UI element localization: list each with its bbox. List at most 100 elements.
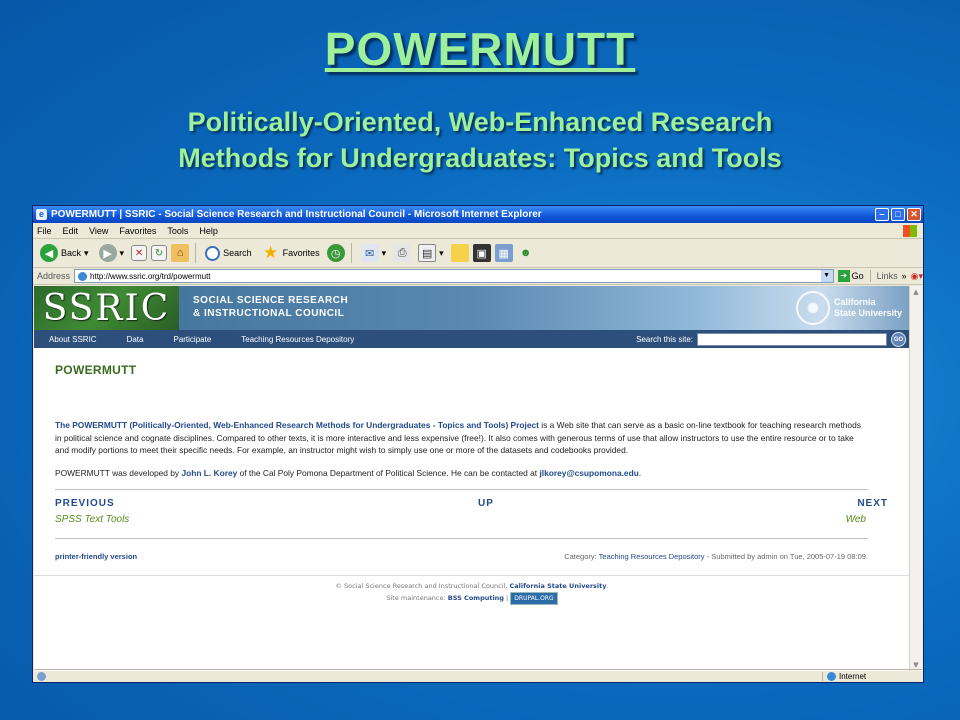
back-button[interactable]: ◀ Back ▾ bbox=[37, 244, 92, 262]
menu-file[interactable]: File bbox=[37, 226, 52, 236]
menu-tools[interactable]: Tools bbox=[167, 226, 188, 236]
mail-dropdown-icon[interactable]: ▾ bbox=[382, 248, 387, 259]
site-search-input[interactable] bbox=[697, 332, 887, 346]
up-link[interactable]: UP bbox=[478, 498, 494, 509]
history-icon[interactable]: ◷ bbox=[326, 244, 345, 262]
menu-view[interactable]: View bbox=[89, 226, 108, 236]
credit-mid: of the Cal Poly Pomona Department of Pol… bbox=[237, 467, 540, 478]
toolbar: ◀ Back ▾ ▶ ▾ ✕ ↻ ⌂ Search ★ Favorites ◷ … bbox=[33, 239, 923, 268]
vertical-scrollbar[interactable]: ▲ ▼ bbox=[909, 286, 922, 671]
previous-label[interactable]: PREVIOUS bbox=[55, 498, 115, 509]
research-icon[interactable]: ▦ bbox=[494, 244, 513, 262]
ie-icon: e bbox=[36, 209, 47, 220]
browser-window: e POWERMUTT | SSRIC - Social Science Res… bbox=[32, 205, 924, 683]
intro-highlight: The POWERMUTT (Politically-Oriented, Web… bbox=[55, 420, 539, 430]
footer-bss-link[interactable]: BSS Computing bbox=[448, 594, 504, 602]
messenger-icon[interactable]: ☻ bbox=[517, 244, 535, 262]
print-icon[interactable]: ⎙ bbox=[393, 244, 412, 262]
go-label: Go bbox=[851, 271, 864, 281]
back-dropdown-icon[interactable]: ▾ bbox=[84, 248, 89, 259]
footer-line-1-end: . bbox=[606, 581, 609, 590]
window-controls: – □ ✕ bbox=[875, 208, 923, 221]
nav-teaching-resources[interactable]: Teaching Resources Depository bbox=[241, 335, 354, 344]
slide-subtitle-line-2: Methods for Undergraduates: Topics and T… bbox=[178, 143, 782, 173]
site-name: SOCIAL SCIENCE RESEARCH & INSTRUCTIONAL … bbox=[179, 286, 348, 330]
address-dropdown-icon[interactable]: ▼ bbox=[820, 270, 833, 282]
links-label[interactable]: Links bbox=[877, 271, 898, 281]
page-viewport: SSRIC SOCIAL SCIENCE RESEARCH & INSTRUCT… bbox=[34, 286, 910, 671]
menu-bar: File Edit View Favorites Tools Help bbox=[33, 223, 923, 239]
nav-about-ssric[interactable]: About SSRIC bbox=[49, 335, 97, 344]
category-pre: Category: bbox=[564, 551, 599, 561]
csu-seal-icon: ✺ bbox=[795, 291, 830, 325]
site-footer: © Social Science Research and Instructio… bbox=[34, 574, 910, 605]
menu-edit[interactable]: Edit bbox=[63, 226, 79, 236]
mail-icon: ✉ bbox=[360, 244, 379, 262]
drupal-badge[interactable]: DRUPAL.ORG bbox=[510, 591, 558, 605]
printer-friendly-link[interactable]: printer-friendly version bbox=[55, 552, 137, 561]
ssric-logo[interactable]: SSRIC bbox=[34, 286, 179, 330]
close-icon[interactable]: ✕ bbox=[907, 208, 921, 221]
slide-subtitle-line-1: Politically-Oriented, Web-Enhanced Resea… bbox=[187, 107, 773, 137]
scroll-up-icon[interactable]: ▲ bbox=[910, 286, 922, 298]
edit-dropdown-icon[interactable]: ▾ bbox=[439, 248, 444, 259]
csu-name-line-2: State University bbox=[833, 308, 902, 318]
page-icon bbox=[78, 271, 88, 281]
main-content: POWERMUTT The POWERMUTT (Politically-Ori… bbox=[34, 363, 910, 561]
folder-icon[interactable] bbox=[450, 244, 469, 262]
search-button[interactable]: Search bbox=[202, 245, 255, 261]
next-page-link[interactable]: Web bbox=[846, 514, 866, 525]
site-search-label: Search this site: bbox=[636, 334, 693, 344]
submitted-info: Category: Teaching Resources Depository … bbox=[564, 552, 868, 561]
previous-page-link[interactable]: SPSS Text Tools bbox=[55, 514, 129, 525]
site-nav: About SSRIC Data Participate Teaching Re… bbox=[34, 330, 910, 348]
window-titlebar[interactable]: e POWERMUTT | SSRIC - Social Science Res… bbox=[33, 206, 923, 223]
menu-favorites[interactable]: Favorites bbox=[119, 226, 156, 236]
toolbar-separator bbox=[869, 270, 871, 282]
site-name-line-1: SOCIAL SCIENCE RESEARCH bbox=[193, 295, 349, 306]
favorites-button[interactable]: ★ Favorites bbox=[259, 243, 323, 262]
divider bbox=[55, 488, 868, 490]
forward-button[interactable]: ▶ ▾ bbox=[96, 244, 128, 262]
home-icon[interactable]: ⌂ bbox=[171, 244, 190, 262]
edit-button[interactable]: ▤ ▾ bbox=[415, 244, 447, 262]
maximize-icon[interactable]: □ bbox=[891, 208, 905, 221]
divider bbox=[55, 537, 868, 539]
csu-logo[interactable]: ✺ California State University bbox=[795, 286, 910, 330]
links-chevron-icon[interactable]: » bbox=[902, 271, 907, 281]
nav-data[interactable]: Data bbox=[127, 335, 144, 344]
edit-icon: ▤ bbox=[418, 244, 437, 262]
intro-paragraph: The POWERMUTT (Politically-Oriented, Web… bbox=[55, 419, 868, 457]
footer-csu-link[interactable]: California State University bbox=[509, 582, 606, 590]
site-search-go-button[interactable]: GO bbox=[891, 331, 906, 347]
mail-button[interactable]: ✉ ▾ bbox=[358, 244, 390, 262]
site-name-line-2: & INSTRUCTIONAL COUNCIL bbox=[193, 308, 345, 319]
stop-icon[interactable]: ✕ bbox=[131, 245, 148, 261]
media-icon[interactable]: ▣ bbox=[472, 244, 491, 262]
footer-copyright: © Social Science Research and Instructio… bbox=[335, 581, 510, 590]
slide-title: POWERMUTT bbox=[324, 23, 636, 75]
status-zone-label: Internet bbox=[839, 671, 867, 681]
status-page-icon bbox=[37, 671, 46, 681]
category-link[interactable]: Teaching Resources Depository bbox=[599, 552, 705, 561]
footer-line-2: Site maintenance: BSS Computing | DRUPAL… bbox=[34, 591, 910, 605]
address-input[interactable]: http://www.ssric.org/trd/powermutt ▼ bbox=[74, 269, 834, 283]
refresh-icon[interactable]: ↻ bbox=[151, 245, 168, 261]
next-label[interactable]: NEXT bbox=[857, 498, 888, 509]
email-link[interactable]: jlkorey@csupomona.edu bbox=[539, 468, 638, 478]
slide-subtitle: Politically-Oriented, Web-Enhanced Resea… bbox=[40, 104, 920, 176]
minimize-icon[interactable]: – bbox=[875, 208, 889, 221]
address-url: http://www.ssric.org/trd/powermutt bbox=[90, 271, 211, 281]
csu-name: California State University bbox=[834, 297, 902, 319]
nav-participate[interactable]: Participate bbox=[173, 335, 211, 344]
book-navigation: PREVIOUS UP NEXT bbox=[55, 498, 888, 509]
forward-dropdown-icon[interactable]: ▾ bbox=[120, 248, 125, 259]
translate-icon[interactable]: ◉▾ bbox=[911, 271, 923, 282]
favorites-label: Favorites bbox=[282, 248, 320, 258]
author-link[interactable]: John L. Korey bbox=[181, 468, 237, 478]
star-icon: ★ bbox=[262, 243, 279, 262]
node-links: printer-friendly version Category: Teach… bbox=[55, 552, 868, 561]
menu-help[interactable]: Help bbox=[199, 226, 218, 236]
go-button[interactable]: ➔ Go bbox=[837, 270, 864, 282]
internet-globe-icon bbox=[827, 671, 836, 681]
